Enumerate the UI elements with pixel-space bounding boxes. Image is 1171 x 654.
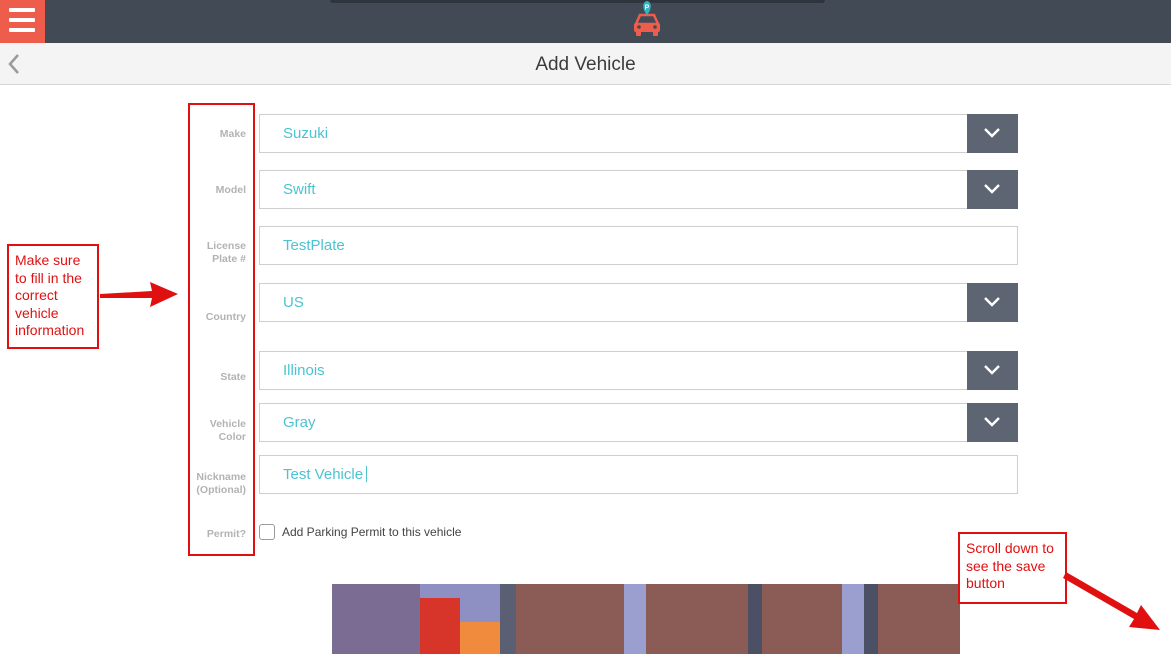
arrow-right-icon [100, 282, 178, 307]
annotation-arrows [100, 282, 1160, 630]
arrow-down-right-icon [1063, 572, 1160, 630]
